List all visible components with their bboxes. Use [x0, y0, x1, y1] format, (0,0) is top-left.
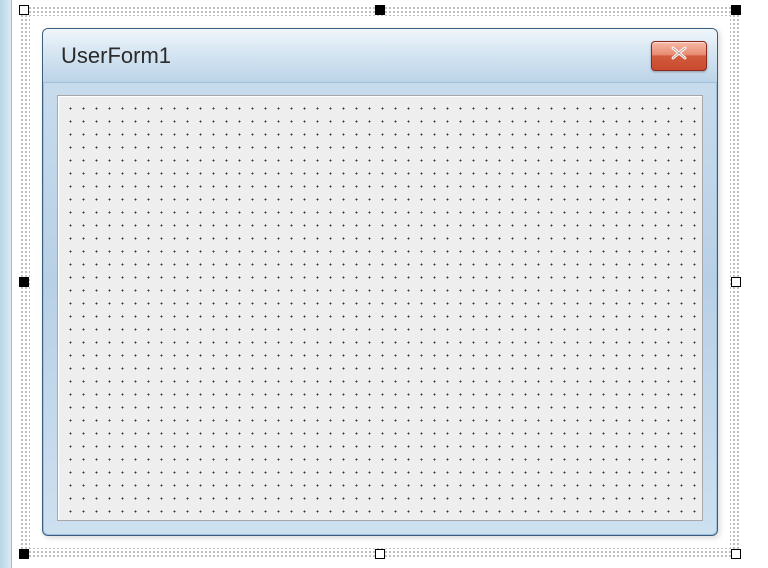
userform-window[interactable]: UserForm1 [42, 28, 718, 536]
titlebar[interactable]: UserForm1 [43, 29, 717, 83]
resize-handle-top-left[interactable] [19, 5, 29, 15]
resize-handle-middle-right[interactable] [731, 277, 741, 287]
resize-handle-bottom-left[interactable] [19, 549, 29, 559]
resize-handle-top-right[interactable] [731, 5, 741, 15]
resize-handle-bottom-right[interactable] [731, 549, 741, 559]
close-icon [669, 46, 689, 65]
resize-handle-top-middle[interactable] [375, 5, 385, 15]
close-button[interactable] [651, 41, 707, 71]
selection-frame[interactable]: UserForm1 [20, 6, 740, 558]
selection-inner: UserForm1 [30, 16, 730, 548]
designer-ruler-edge [0, 0, 12, 568]
form-design-grid[interactable] [57, 95, 703, 521]
resize-handle-bottom-middle[interactable] [375, 549, 385, 559]
form-title: UserForm1 [61, 43, 171, 69]
resize-handle-middle-left[interactable] [19, 277, 29, 287]
